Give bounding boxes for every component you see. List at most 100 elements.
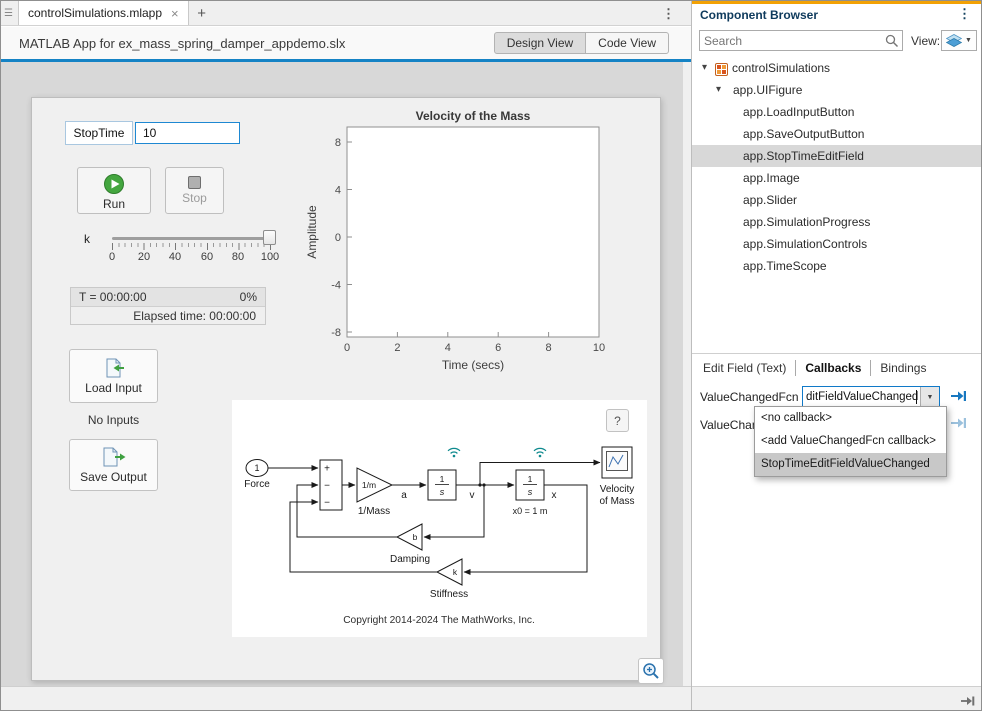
stop-button[interactable]: Stop [165, 167, 224, 214]
tree-item-slider[interactable]: app.Slider [692, 189, 982, 211]
plot-ylabel: Amplitude [305, 205, 319, 259]
tree-item-label: app.SimulationControls [743, 233, 867, 255]
integrator-num: 1 [440, 474, 445, 484]
stoptime-editfield[interactable]: 10 [135, 122, 240, 144]
dropdown-item-stoptimeeditfieldvaluechanged[interactable]: StopTimeEditFieldValueChanged [755, 453, 946, 476]
valuechangedfcn-label: ValueChangedFcn [700, 390, 799, 404]
stoptime-label[interactable]: StopTime [65, 121, 133, 145]
collapse-panel-icon[interactable] [961, 694, 975, 711]
menu-icon[interactable]: ☰ [1, 8, 18, 25]
tree-item-label: app.StopTimeEditField [743, 145, 864, 167]
tab-bar: ☰ controlSimulations.mlapp × + ⋮ [1, 1, 691, 26]
chevron-down-icon[interactable]: ▾ [716, 79, 721, 101]
slider-track[interactable] [112, 237, 270, 240]
tree-item-image[interactable]: app.Image [692, 167, 982, 189]
slider-thumb[interactable] [263, 230, 276, 245]
zoom-button[interactable] [638, 658, 664, 684]
combo-dropdown-button[interactable]: ▼ [920, 387, 939, 407]
tree-item-saveoutputbutton[interactable]: app.SaveOutputButton [692, 123, 982, 145]
dropdown-item-no-callback[interactable]: <no callback> [755, 407, 946, 430]
run-play-icon [103, 173, 125, 195]
valuechangedfcn-input[interactable] [803, 387, 919, 407]
scope-label: of Mass [599, 496, 634, 507]
callback-dropdown-list: <no callback> <add ValueChangedFcn callb… [754, 406, 947, 477]
y-tick-label: 8 [335, 137, 341, 149]
inspector-section: Edit Field (Text)CallbacksBindings Value… [692, 353, 982, 686]
app-uifigure[interactable]: StopTime 10 Run Stop k [31, 97, 661, 681]
run-button[interactable]: Run [77, 167, 151, 214]
panel-options-icon[interactable]: ⋮ [958, 6, 971, 22]
tree-item-label: controlSimulations [732, 57, 830, 79]
tab-callbacks[interactable]: Callbacks [795, 360, 870, 376]
tree-item-label: app.SaveOutputButton [743, 123, 864, 145]
view-dropdown[interactable]: ▼ [941, 30, 977, 51]
model-image[interactable]: 1 Force + − − 1/m 1/Mass [232, 400, 647, 637]
progress-elapsed-row: Elapsed time: 00:00:00 [71, 307, 265, 325]
progress-gauge: T = 00:00:00 0% [71, 288, 265, 307]
save-output-label: Save Output [80, 470, 147, 484]
save-output-button[interactable]: Save Output [69, 439, 158, 491]
tree-item-loadinputbutton[interactable]: app.LoadInputButton [692, 101, 982, 123]
tree-item-timescope[interactable]: app.TimeScope [692, 255, 982, 277]
tab-bindings[interactable]: Bindings [870, 360, 935, 376]
stop-square-icon [188, 176, 201, 189]
tree-item-controlsimulations[interactable]: ▾ controlSimulations [692, 57, 982, 79]
tree-item-label: app.Slider [743, 189, 797, 211]
y-tick-label: -4 [331, 280, 341, 292]
help-button[interactable]: ? [606, 409, 629, 432]
dropdown-item-add-callback[interactable]: <add ValueChangedFcn callback> [755, 430, 946, 453]
goto-callback-icon[interactable] [950, 389, 967, 408]
app-designer-window: ☰ controlSimulations.mlapp × + ⋮ MATLAB … [0, 0, 982, 711]
progress-time: T = 00:00:00 [79, 290, 147, 304]
tab-options-icon[interactable]: ⋮ [662, 6, 675, 22]
component-browser-header: Component Browser ⋮ [692, 4, 982, 26]
new-tab-button[interactable]: + [189, 1, 215, 25]
load-input-button[interactable]: Load Input [69, 349, 158, 403]
simulation-progress-panel[interactable]: T = 00:00:00 0% Elapsed time: 00:00:00 [70, 287, 266, 325]
component-tree: ▾ controlSimulations ▾ app.UIFigure [692, 57, 982, 277]
tree-item-label: app.LoadInputButton [743, 101, 854, 123]
close-icon[interactable]: × [171, 7, 179, 20]
status-bar-left [1, 686, 691, 711]
plot-title: Velocity of the Mass [416, 109, 531, 123]
tree-item-stoptimeeditfield[interactable]: app.StopTimeEditField [692, 145, 982, 167]
panel-resize-gutter[interactable] [683, 62, 691, 686]
force-value: 1 [254, 463, 259, 473]
tree-item-simulationprogress[interactable]: app.SimulationProgress [692, 211, 982, 233]
tree-item-simulationcontrols[interactable]: app.SimulationControls [692, 233, 982, 255]
text-caret [916, 390, 917, 404]
load-input-label: Load Input [85, 381, 142, 395]
tree-item-uifigure[interactable]: ▾ app.UIFigure [692, 79, 982, 101]
code-view-button[interactable]: Code View [585, 32, 669, 54]
chevron-down-icon: ▼ [965, 37, 972, 44]
signal-v-label: v [470, 490, 475, 501]
integrator-den: s [440, 487, 445, 497]
design-canvas[interactable]: StopTime 10 Run Stop k [1, 62, 683, 686]
slider-label: k [84, 232, 90, 246]
design-view-button[interactable]: Design View [494, 32, 586, 54]
chevron-down-icon[interactable]: ▾ [702, 57, 707, 79]
y-tick-label: 0 [335, 232, 341, 244]
goto-callback-icon[interactable] [950, 416, 967, 435]
view-label: View: [911, 34, 940, 48]
sum-sign: − [324, 498, 330, 509]
damping-gain: b [413, 532, 418, 542]
search-input[interactable] [700, 31, 882, 50]
damping-label: Damping [390, 554, 430, 565]
search-box [699, 30, 903, 51]
timescope-axes[interactable]: Velocity of the Mass 8 4 0 -4 -8 [302, 108, 642, 380]
slider-tick-label: 60 [201, 251, 213, 263]
document-title: MATLAB App for ex_mass_spring_damper_app… [19, 36, 345, 51]
copyright-text: Copyright 2014-2024 The MathWorks, Inc. [343, 615, 535, 626]
x-tick-label: 4 [445, 342, 451, 354]
force-label: Force [244, 479, 270, 490]
model-diagram-svg: 1 Force + − − 1/m 1/Mass [232, 400, 647, 637]
tab-edit-field-text[interactable]: Edit Field (Text) [694, 360, 795, 376]
scope-label: Velocity [600, 484, 634, 495]
tab-controlsimulations[interactable]: controlSimulations.mlapp × [18, 0, 189, 25]
x-tick-label: 2 [394, 342, 400, 354]
tree-item-label: app.SimulationProgress [743, 211, 870, 233]
status-bar-right [692, 686, 982, 711]
tree-item-label: app.TimeScope [743, 255, 827, 277]
zoom-in-icon [642, 662, 660, 680]
